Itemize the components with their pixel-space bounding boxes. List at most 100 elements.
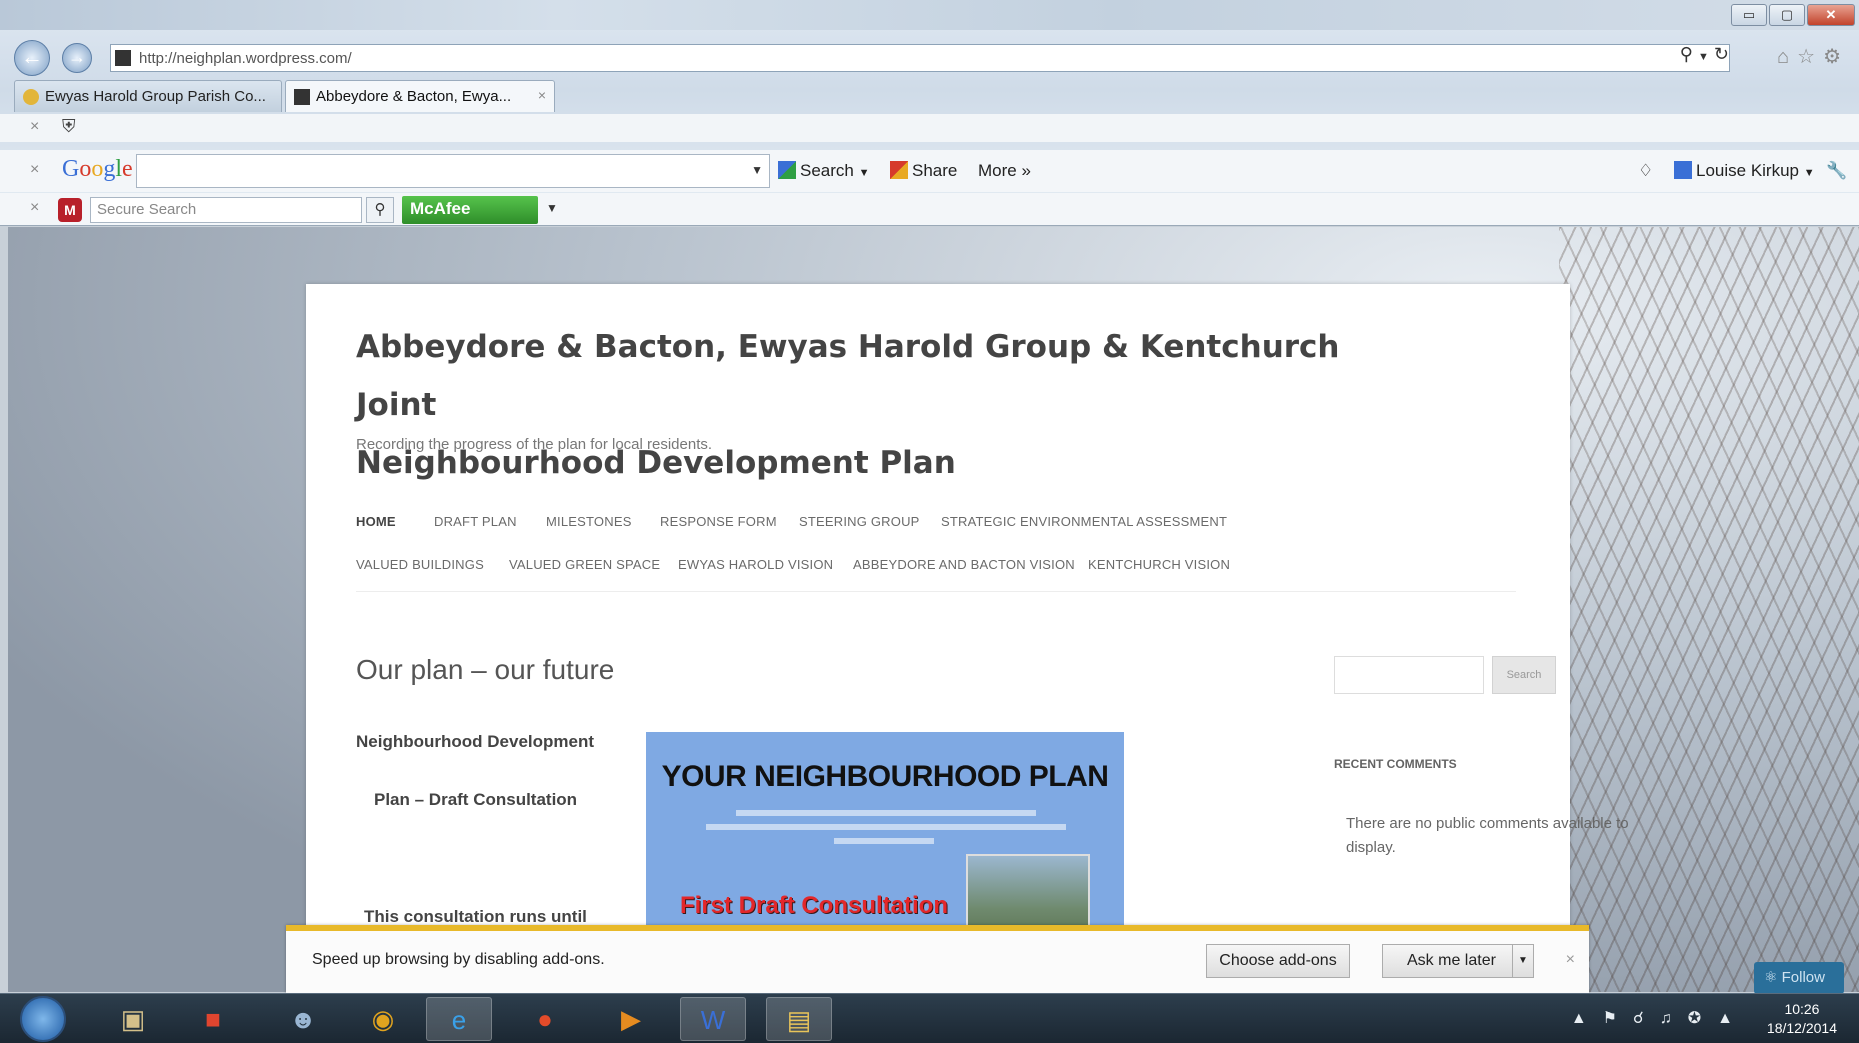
share-icon: [890, 161, 908, 179]
sidebar-search-button[interactable]: Search: [1492, 656, 1556, 694]
poster-text-line: [736, 810, 1036, 816]
refresh-icon[interactable]: ↻: [1714, 44, 1729, 64]
follow-label: Follow: [1781, 969, 1825, 986]
start-button[interactable]: [20, 996, 66, 1042]
nav-milestones[interactable]: MILESTONES: [546, 514, 632, 529]
close-window-button[interactable]: ✕: [1807, 4, 1855, 26]
dropdown-arrow-icon[interactable]: ▼: [751, 163, 763, 177]
poster-text-line: [834, 838, 934, 844]
back-arrow-icon: ←: [21, 44, 43, 69]
navigation-row: ← → http://neighplan.wordpress.com/: [0, 38, 1859, 76]
magnifier-icon: ⚲: [374, 201, 386, 218]
flag-icon[interactable]: ⚑: [1603, 1010, 1633, 1027]
follow-button[interactable]: ⚛ Follow: [1754, 962, 1844, 994]
wrench-icon[interactable]: 🔧: [1826, 161, 1847, 181]
sidebar-search-input[interactable]: [1334, 656, 1484, 694]
favorites-star-icon[interactable]: ☆: [1797, 46, 1823, 68]
mute-icon[interactable]: ☌: [1633, 1010, 1660, 1027]
toolbar-close-icon[interactable]: ×: [30, 161, 39, 179]
addons-notification-bar: Speed up browsing by disabling add-ons. …: [286, 925, 1589, 993]
nav-home[interactable]: HOME: [356, 514, 396, 529]
nav-steering-group[interactable]: STEERING GROUP: [799, 514, 920, 529]
tab-neighplan[interactable]: Abbeydore & Bacton, Ewya... ×: [285, 80, 555, 112]
google-drive-icon[interactable]: ▲: [1717, 1010, 1749, 1027]
powerpoint-icon[interactable]: ■: [180, 997, 246, 1041]
notification-close-icon[interactable]: ×: [1566, 951, 1575, 969]
site-title-line[interactable]: Abbeydore & Bacton, Ewyas Harold Group &…: [356, 318, 1356, 434]
firefox-icon[interactable]: ●: [512, 997, 578, 1041]
google-search-icon: [778, 161, 796, 179]
taskbar-app-icon[interactable]: ▣: [100, 997, 166, 1041]
maximize-button[interactable]: ▢: [1769, 4, 1805, 26]
shield-icon[interactable]: ⛨: [62, 116, 76, 137]
wordpress-follow-icon: ⚛: [1764, 969, 1778, 986]
share-button[interactable]: Share: [890, 161, 957, 181]
media-player-icon[interactable]: ▶: [598, 997, 664, 1041]
recent-comments-text: There are no public comments available t…: [1346, 815, 1629, 856]
chrome-icon[interactable]: ◉: [350, 997, 416, 1041]
settings-gear-icon[interactable]: ⚙: [1823, 46, 1849, 68]
back-button[interactable]: ←: [14, 40, 50, 76]
nav-abbeydore-bacton-vision[interactable]: ABBEYDORE AND BACTON VISION: [853, 557, 1075, 572]
dropdown-arrow-icon: ▼: [1518, 955, 1528, 966]
forward-button[interactable]: →: [62, 43, 92, 73]
content-paragraph: This consultation runs until: [364, 907, 587, 926]
windows-taskbar: ▣ ■ ☻ ◉ e ● ▶ W ▤ ▲⚑☌♫✪▲ 10:26 18/12/201…: [0, 993, 1859, 1043]
nav-valued-green-space[interactable]: VALUED GREEN SPACE: [509, 557, 660, 572]
user-account-button[interactable]: Louise Kirkup ▼: [1674, 161, 1815, 181]
google-toolbar: × Google ▼ Search ▼ Share More » ♢ Louis…: [0, 150, 1859, 192]
toolbar-close-icon[interactable]: ×: [30, 118, 39, 136]
clock-time: 10:26: [1784, 1001, 1820, 1017]
nav-draft-plan[interactable]: DRAFT PLAN: [434, 514, 517, 529]
toolbar-close-icon[interactable]: ×: [30, 199, 39, 217]
taskbar-clock[interactable]: 10:26 18/12/2014: [1767, 1000, 1837, 1038]
nav-response-form[interactable]: RESPONSE FORM: [660, 514, 777, 529]
nav-strategic-environmental-assessment[interactable]: STRATEGIC ENVIRONMENTAL ASSESSMENT: [941, 514, 1227, 529]
more-button[interactable]: More »: [978, 161, 1031, 181]
background-trees: [1559, 227, 1859, 992]
google-search-input[interactable]: ▼: [136, 154, 770, 188]
main-navigation: HOME DRAFT PLAN MILESTONES RESPONSE FORM…: [356, 494, 1516, 592]
ask-later-dropdown[interactable]: ▼: [1512, 944, 1534, 978]
dropdown-arrow-icon[interactable]: ▼: [546, 201, 558, 215]
nav-ewyas-harold-vision[interactable]: EWYAS HAROLD VISION: [678, 557, 833, 572]
site-container: Abbeydore & Bacton, Ewyas Harold Group &…: [306, 284, 1629, 992]
clock-date: 18/12/2014: [1766, 1020, 1837, 1036]
secure-search-input[interactable]: Secure Search: [90, 197, 362, 223]
poster-consultation-text: First Draft Consultation: [680, 892, 948, 919]
mcafee-shield-icon: M: [58, 198, 82, 222]
tray-expand-icon[interactable]: ▲: [1571, 1010, 1603, 1027]
address-bar[interactable]: http://neighplan.wordpress.com/: [110, 44, 1730, 72]
nav-kentchurch-vision[interactable]: KENTCHURCH VISION: [1088, 557, 1230, 572]
people-icon[interactable]: ☻: [270, 997, 336, 1041]
word-icon[interactable]: W: [680, 997, 746, 1041]
notification-bell-icon[interactable]: ♢: [1638, 161, 1653, 181]
notification-text: Speed up browsing by disabling add-ons.: [312, 951, 605, 968]
choose-addons-button[interactable]: Choose add-ons: [1206, 944, 1350, 978]
network-icon[interactable]: ✪: [1688, 1010, 1717, 1027]
entry-title[interactable]: Our plan – our future: [356, 654, 614, 686]
file-explorer-icon[interactable]: ▤: [766, 997, 832, 1041]
address-url[interactable]: http://neighplan.wordpress.com/: [139, 50, 352, 67]
address-actions: ⚲ ▼ ↻: [1680, 44, 1729, 65]
site-title[interactable]: Abbeydore & Bacton, Ewyas Harold Group &…: [356, 318, 1356, 492]
tab-label: Ewyas Harold Group Parish Co...: [45, 88, 266, 105]
home-icon[interactable]: ⌂: [1777, 46, 1797, 68]
mcafee-button[interactable]: McAfee: [402, 196, 538, 224]
ask-me-later-label: Ask me later: [1407, 952, 1496, 969]
poster-title: YOUR NEIGHBOURHOOD PLAN: [661, 760, 1109, 793]
mcafee-toolbar: × M Secure Search ⚲ McAfee ▼: [0, 193, 1859, 225]
nav-valued-buildings[interactable]: VALUED BUILDINGS: [356, 557, 484, 572]
favorites-icons: ⌂☆⚙: [1777, 44, 1849, 69]
google-search-button[interactable]: Search ▼: [778, 161, 870, 181]
recent-comments-title: RECENT COMMENTS: [1334, 757, 1457, 771]
search-icon[interactable]: ⚲: [1680, 44, 1693, 64]
internet-explorer-icon[interactable]: e: [426, 997, 492, 1041]
tab-parish-council[interactable]: Ewyas Harold Group Parish Co...: [14, 80, 282, 112]
dropdown-arrow-icon[interactable]: ▼: [1698, 51, 1709, 63]
volume-icon[interactable]: ♫: [1660, 1010, 1688, 1027]
site-description: Recording the progress of the plan for l…: [356, 436, 713, 453]
secure-search-button[interactable]: ⚲: [366, 197, 394, 223]
tab-close-icon[interactable]: ×: [538, 87, 546, 103]
minimize-button[interactable]: ▭: [1731, 4, 1767, 26]
